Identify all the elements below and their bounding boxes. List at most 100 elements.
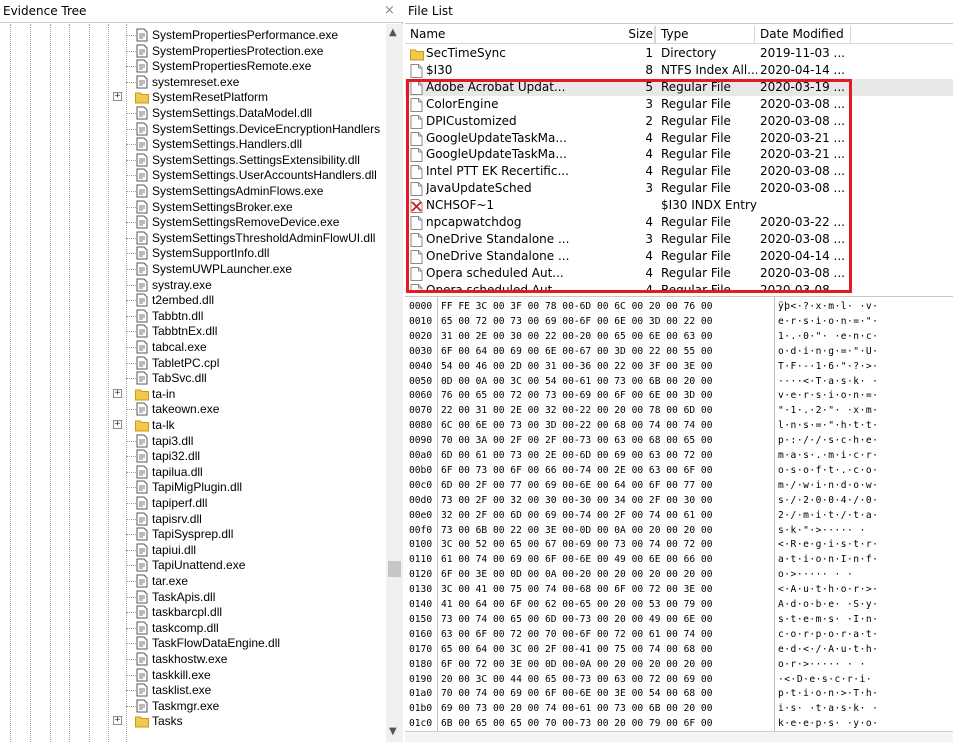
tree-item[interactable]: TabbtnEx.dll (0, 323, 386, 339)
tree-item[interactable]: takeown.exe (0, 401, 386, 417)
expand-icon[interactable]: + (113, 420, 122, 429)
tree-item[interactable]: TapiMigPlugin.dll (0, 479, 386, 495)
expand-icon[interactable]: + (113, 388, 122, 398)
scroll-up-icon[interactable]: ▲ (389, 27, 397, 38)
file-size: 3 (645, 231, 653, 246)
tree-item[interactable]: + ta-lk (0, 417, 386, 433)
tree-item-label: TapiMigPlugin.dll (152, 480, 243, 495)
tree-item[interactable]: tapisrv.dll (0, 511, 386, 527)
tree-item[interactable]: SystemPropertiesPerformance.exe (0, 27, 386, 43)
file-row[interactable]: OneDrive Standalone ... 3 Regular File 2020… (405, 231, 953, 248)
tree-item[interactable]: SystemSettings.UserAccountsHandlers.dll (0, 167, 386, 183)
file-type: Regular File (661, 113, 731, 128)
tree-scrollbar[interactable]: ▲ ▼ (386, 24, 403, 742)
file-icon (410, 80, 423, 95)
tree-item[interactable]: SystemSettings.DeviceEncryptionHandlers (0, 121, 386, 137)
tree-item[interactable]: systemreset.exe (0, 74, 386, 90)
tree-item[interactable]: SystemPropertiesProtection.exe (0, 43, 386, 59)
tree-item[interactable]: SystemSettings.SettingsExtensibility.dll (0, 152, 386, 168)
expand-icon[interactable]: + (113, 716, 122, 726)
close-icon[interactable]: × (384, 3, 395, 18)
tree-item[interactable]: tapi3.dll (0, 433, 386, 449)
tree-item[interactable]: + ta-in (0, 386, 386, 402)
file-row[interactable]: DPICustomized 2 Regular File 2020-03-08 ... (405, 113, 953, 130)
file-row[interactable]: Opera scheduled Aut... 4 Regular File 2020-… (405, 265, 953, 282)
scrollbar-thumb[interactable] (388, 561, 401, 577)
hex-ascii: m·a·s·.·m·i·c·r· (778, 450, 879, 461)
hex-row: 0120 6F 00 3E 00 0D 00 0A 00-20 00 20 00 … (405, 567, 953, 582)
tree-item[interactable]: SystemSupportInfo.dll (0, 245, 386, 261)
tree-item[interactable]: tasklist.exe (0, 682, 386, 698)
file-row[interactable]: JavaUpdateSched 3 Regular File 2020-03-08 .… (405, 180, 953, 197)
tree-item[interactable]: TabletPC.cpl (0, 355, 386, 371)
folder-icon (410, 47, 424, 61)
file-row[interactable]: Opera scheduled Aut... 4 Regular File 2020-… (405, 282, 953, 290)
scroll-down-icon[interactable]: ▼ (389, 726, 397, 737)
hex-row: 0180 6F 00 72 00 3E 00 0D 00-0A 00 20 00 … (405, 657, 953, 672)
file-icon (135, 527, 149, 541)
column-header-date[interactable]: Date Modified (755, 26, 851, 44)
file-icon (410, 165, 423, 180)
tree-item[interactable]: TaskFlowDataEngine.dll (0, 635, 386, 651)
tree-item[interactable]: TabSvc.dll (0, 370, 386, 386)
file-row[interactable]: GoogleUpdateTaskMa... 4 Regular File 2020-0… (405, 130, 953, 147)
file-name: Opera scheduled Aut... (426, 282, 564, 290)
tree-item[interactable]: taskcomp.dll (0, 620, 386, 636)
column-header-name[interactable]: Name (405, 26, 655, 44)
tree-item[interactable]: SystemPropertiesRemote.exe (0, 58, 386, 74)
tree-item[interactable]: tapi32.dll (0, 448, 386, 464)
tree-item[interactable]: taskhostw.exe (0, 651, 386, 667)
file-date: 2020-03-08 ... (760, 96, 845, 111)
file-size: 3 (645, 96, 653, 111)
tree-item[interactable]: tapilua.dll (0, 464, 386, 480)
column-header-size[interactable]: Size (627, 26, 656, 44)
hex-view[interactable]: 0000 FF FE 3C 00 3F 00 78 00-6D 00 6C 00 … (405, 296, 953, 742)
file-row[interactable]: npcapwatchdog 4 Regular File 2020-03-22 ... (405, 214, 953, 231)
tree-item[interactable]: SystemSettingsBroker.exe (0, 199, 386, 215)
tree-item[interactable]: + Tasks (0, 713, 386, 729)
tree-item[interactable]: SystemSettings.DataModel.dll (0, 105, 386, 121)
tree-item[interactable]: taskbarcpl.dll (0, 604, 386, 620)
file-type: Regular File (661, 231, 731, 246)
tree-item[interactable]: SystemUWPLauncher.exe (0, 261, 386, 277)
tree-item[interactable]: SystemSettingsAdminFlows.exe (0, 183, 386, 199)
tree-item[interactable]: SystemSettings.Handlers.dll (0, 136, 386, 152)
expand-icon[interactable]: + (113, 92, 122, 102)
file-row[interactable]: NCHSOF~1 $I30 INDX Entry (405, 197, 953, 214)
file-icon (410, 63, 423, 78)
tree-item[interactable]: TapiSysprep.dll (0, 526, 386, 542)
file-type: Regular File (661, 265, 731, 280)
hex-ascii: 1·.·0·"· ·e·n·c· (778, 330, 879, 342)
file-row[interactable]: Adobe Acrobat Updat... 5 Regular File 2020-… (405, 78, 953, 96)
file-row[interactable]: Intel PTT EK Recertific... 4 Regular File 2… (405, 163, 953, 180)
deleted-file-icon (410, 199, 423, 214)
tree-item[interactable]: + SystemResetPlatform (0, 89, 386, 105)
tree-item[interactable]: tapiui.dll (0, 542, 386, 558)
tree-item[interactable]: tar.exe (0, 573, 386, 589)
tree-item[interactable]: SystemSettingsThresholdAdminFlowUI.dll (0, 230, 386, 246)
tree-item[interactable]: taskkill.exe (0, 667, 386, 683)
evidence-tree[interactable]: SystemPropertiesPerformance.exe SystemPro… (0, 24, 386, 742)
file-list[interactable]: SecTimeSync 1 Directory 2019-11-03 ... $I30 8… (405, 45, 953, 290)
tree-item[interactable]: systray.exe (0, 277, 386, 293)
tree-item[interactable]: Taskmgr.exe (0, 698, 386, 714)
file-row[interactable]: GoogleUpdateTaskMa... 4 Regular File 2020-0… (405, 146, 953, 163)
tree-item[interactable]: tabcal.exe (0, 339, 386, 355)
file-row[interactable]: OneDrive Standalone ... 4 Regular File 2020… (405, 248, 953, 265)
file-row[interactable]: $I30 8 NTFS Index All... 2020-04-14 ... (405, 62, 953, 79)
column-header-type[interactable]: Type (656, 26, 755, 44)
tree-item[interactable]: TapiUnattend.exe (0, 557, 386, 573)
tree-item-label: Tabbtn.dll (152, 308, 204, 323)
file-icon (135, 590, 149, 604)
hex-offset: 0140 (409, 599, 433, 610)
tree-item[interactable]: SystemSettingsRemoveDevice.exe (0, 214, 386, 230)
file-row[interactable]: ColorEngine 3 Regular File 2020-03-08 ... (405, 96, 953, 113)
hex-row: 0100 3C 00 52 00 65 00 67 00-69 00 73 00 … (405, 537, 953, 552)
file-type: Regular File (661, 147, 731, 162)
tree-item[interactable]: tapiperf.dll (0, 495, 386, 511)
tree-item[interactable]: Tabbtn.dll (0, 308, 386, 324)
file-row[interactable]: SecTimeSync 1 Directory 2019-11-03 ... (405, 45, 953, 62)
tree-item[interactable]: TaskApis.dll (0, 589, 386, 605)
hex-bytes: 70 00 3A 00 2F 00 2F 00-73 00 63 00 68 0… (441, 435, 713, 447)
tree-item[interactable]: t2embed.dll (0, 292, 386, 308)
